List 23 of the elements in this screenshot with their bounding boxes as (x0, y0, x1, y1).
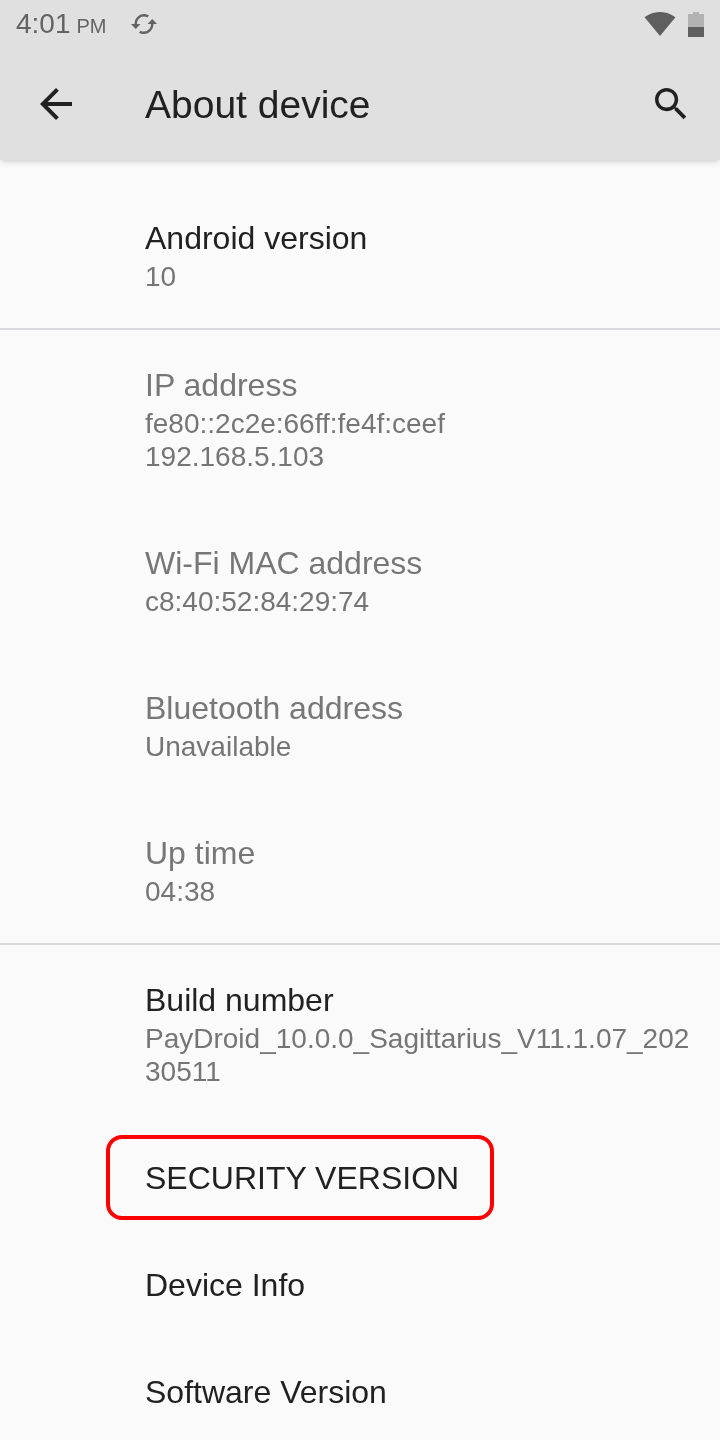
item-title[interactable]: Device Info (145, 1263, 306, 1307)
sync-icon (130, 14, 157, 34)
item-title[interactable]: Software Version (145, 1370, 387, 1414)
item-summary: 04:38 (145, 875, 216, 908)
item-title: Wi-Fi MAC address (145, 544, 423, 583)
clock-time: 4:01 (16, 10, 71, 38)
item-summary: Unavailable (145, 730, 292, 763)
item-summary: fe80::2c2e:66ff:fe4f:ceef 192.168.5.103 (145, 407, 445, 473)
screen-title: About device (145, 84, 371, 124)
item-title[interactable]: Build number (145, 978, 334, 1022)
clock-period: PM (76, 16, 107, 36)
item-summary: PayDroid_10.0.0_Sagittarius_V11.1.07_202 30511 (145, 1022, 690, 1088)
wifi-icon (644, 12, 676, 36)
item-title: Up time (145, 834, 256, 873)
item-summary: c8:40:52:84:29:74 (145, 585, 370, 618)
back-arrow-icon[interactable] (40, 88, 72, 120)
item-title[interactable]: Android version (145, 216, 368, 260)
battery-icon (688, 11, 704, 37)
item-title: IP address (145, 366, 298, 405)
search-icon[interactable] (655, 87, 688, 121)
item-title: Bluetooth address (145, 689, 403, 728)
item-title[interactable]: SECURITY VERSION (145, 1156, 460, 1200)
item-summary: 10 (145, 260, 177, 293)
